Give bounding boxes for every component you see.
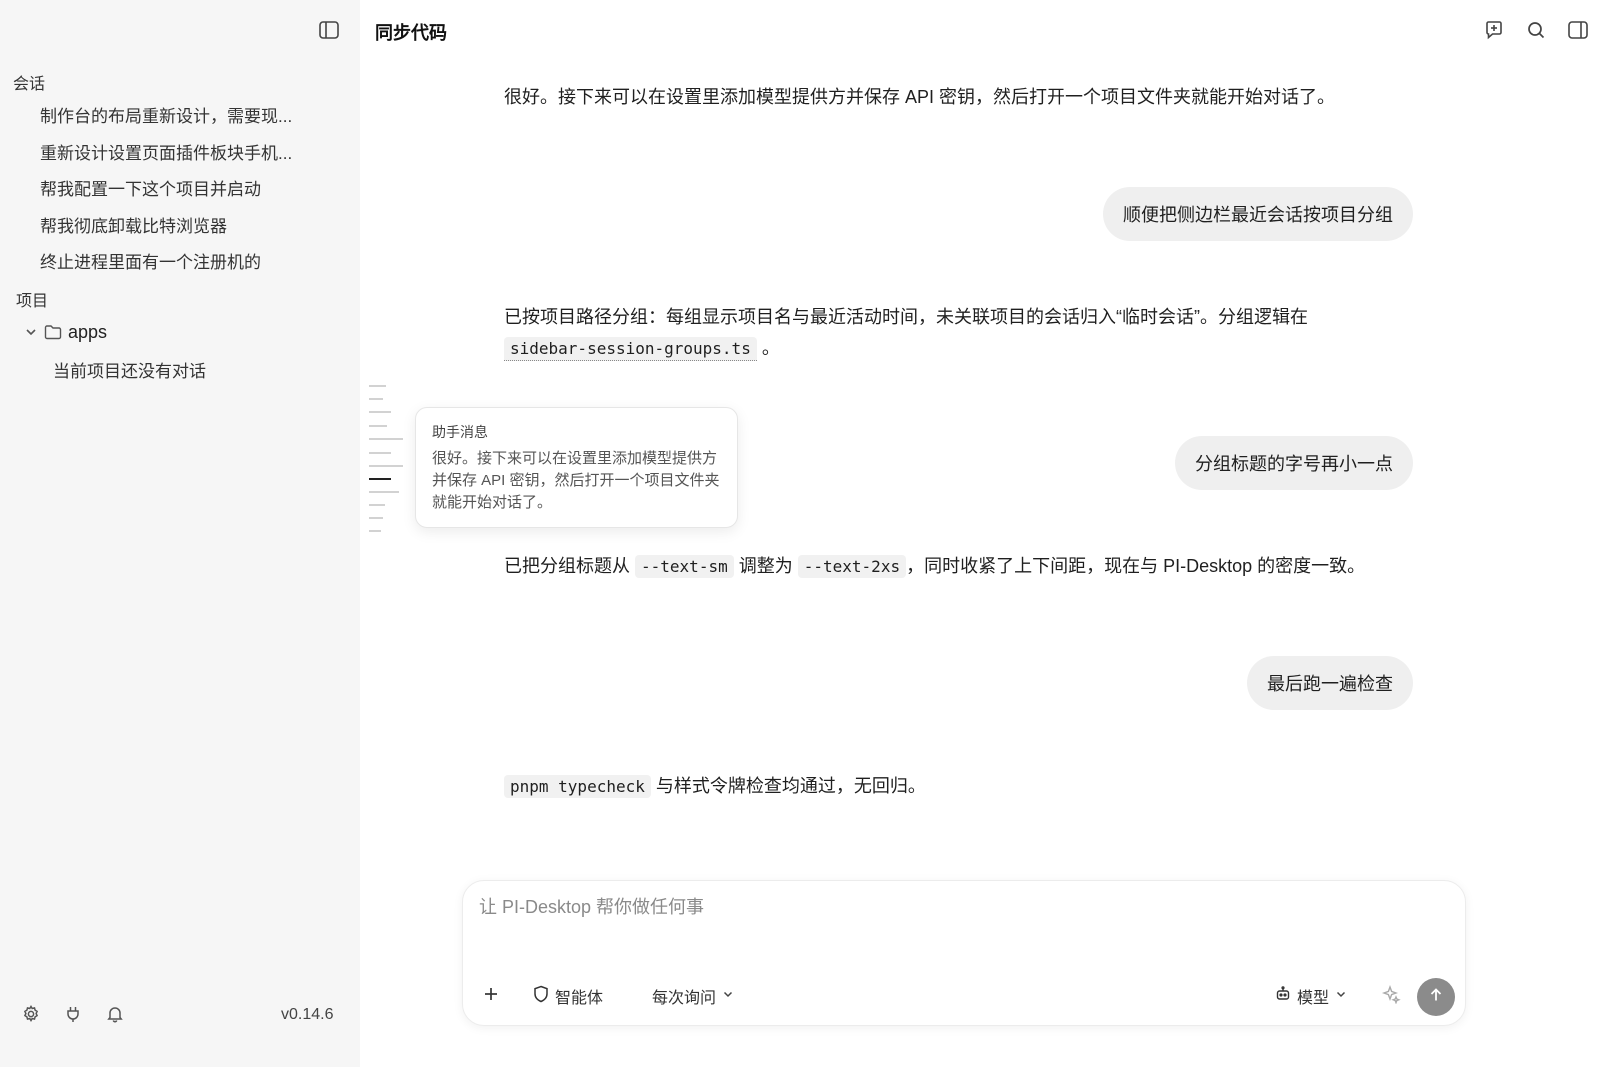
gear-icon[interactable] — [20, 1003, 42, 1025]
assistant-message: 已把分组标题从 --text-sm 调整为 --text-2xs ，同时收紧了上下… — [504, 551, 1384, 582]
agent-mode-label: 智能体 — [555, 990, 604, 1007]
send-button[interactable] — [1417, 978, 1455, 1016]
right-panel-icon[interactable] — [1566, 18, 1590, 42]
message-text: 调整为 — [738, 556, 793, 576]
inline-code: --text-sm — [635, 555, 734, 578]
minimap-marker[interactable] — [369, 425, 387, 427]
sidebar-footer-actions — [20, 1003, 126, 1025]
minimap-marker[interactable] — [369, 465, 403, 467]
tooltip-body: 很好。接下来可以在设置里添加模型提供方并保存 API 密钥，然后打开一个项目文件… — [432, 450, 720, 511]
minimap-marker[interactable] — [369, 398, 383, 400]
message-text: ，同时收紧了上下间距，现在与 PI-Desktop 的密度一致。 — [906, 556, 1366, 576]
minimap-marker[interactable] — [369, 504, 385, 506]
minimap-marker[interactable] — [369, 438, 403, 440]
add-attachment-button[interactable] — [483, 978, 499, 1014]
message-text: 已把分组标题从 — [504, 556, 630, 576]
session-item[interactable]: 重新设计设置页面插件板块手机... — [40, 139, 292, 164]
session-item[interactable]: 制作台的布局重新设计，需要现... — [40, 102, 292, 127]
conversation-minimap[interactable] — [369, 385, 405, 535]
enhance-prompt-button[interactable] — [1381, 978, 1401, 1014]
minimap-marker-active[interactable] — [369, 478, 391, 480]
robot-icon — [1275, 985, 1291, 1007]
inline-code: --text-2xs — [797, 555, 907, 578]
composer: 智能体 每次询问 模型 — [462, 880, 1466, 1026]
plug-icon[interactable] — [62, 1003, 84, 1025]
model-selector-dropdown[interactable]: 模型 — [1275, 978, 1347, 1014]
search-icon[interactable] — [1524, 18, 1548, 42]
chevron-down-icon — [1335, 987, 1347, 1005]
composer-toolbar: 智能体 每次询问 模型 — [463, 978, 1465, 1014]
minimap-marker[interactable] — [369, 385, 386, 387]
minimap-marker[interactable] — [369, 530, 381, 532]
user-message: 最后跑一遍检查 — [1247, 656, 1413, 710]
agent-mode-button[interactable]: 智能体 — [533, 978, 603, 1014]
sidebar-toggle-icon[interactable] — [317, 18, 341, 42]
sparkle-icon — [1381, 984, 1401, 1009]
minimap-marker[interactable] — [369, 452, 391, 454]
minimap-marker[interactable] — [369, 517, 383, 519]
message-preview-tooltip: 助手消息 很好。接下来可以在设置里添加模型提供方并保存 API 密钥，然后打开一… — [415, 407, 738, 528]
assistant-message: 已按项目路径分组：每组显示项目名与最近活动时间，未关联项目的会话归入“临时会话”… — [504, 302, 1344, 364]
header-actions — [1482, 18, 1590, 42]
message-text: 与样式令牌检查均通过，无回归。 — [655, 776, 926, 796]
app-version: v0.14.6 — [281, 1006, 334, 1023]
plus-icon — [483, 986, 499, 1007]
chevron-down-icon[interactable] — [24, 325, 38, 339]
shield-icon — [533, 985, 549, 1008]
user-message: 分组标题的字号再小一点 — [1175, 436, 1413, 490]
message-text: 。 — [761, 338, 780, 358]
arrow-up-icon — [1428, 987, 1444, 1008]
project-empty-note: 当前项目还没有对话 — [53, 362, 206, 381]
bell-icon[interactable] — [104, 1003, 126, 1025]
sessions-section-label: 会话 — [13, 76, 46, 93]
session-item[interactable]: 帮我彻底卸载比特浏览器 — [40, 212, 227, 237]
session-item[interactable]: 帮我配置一下这个项目并启动 — [40, 175, 261, 200]
prompt-input[interactable] — [479, 897, 1439, 918]
inline-code: pnpm typecheck — [504, 775, 651, 798]
message-text: 已按项目路径分组：每组显示项目名与最近活动时间，未关联项目的会话归入“临时会话”… — [504, 307, 1308, 327]
approval-mode-label: 每次询问 — [652, 990, 717, 1007]
minimap-marker[interactable] — [369, 411, 391, 413]
page-title: 同步代码 — [375, 23, 447, 43]
assistant-message: 很好。接下来可以在设置里添加模型提供方并保存 API 密钥，然后打开一个项目文件… — [504, 87, 1336, 107]
projects-section-label: 项目 — [16, 293, 49, 310]
inline-code-filename: sidebar-session-groups.ts — [504, 337, 757, 361]
folder-icon — [44, 324, 62, 340]
model-selector-label: 模型 — [1297, 990, 1330, 1007]
tooltip-title: 助手消息 — [432, 424, 488, 440]
sidebar: 会话 制作台的布局重新设计，需要现... 重新设计设置页面插件板块手机... 帮… — [0, 0, 360, 1067]
new-chat-icon[interactable] — [1482, 18, 1506, 42]
user-message: 顺便把侧边栏最近会话按项目分组 — [1103, 187, 1413, 241]
chevron-down-icon — [722, 987, 734, 1005]
project-row-apps[interactable]: apps — [24, 320, 107, 344]
minimap-marker[interactable] — [369, 491, 399, 493]
assistant-message: pnpm typecheck 与样式令牌检查均通过，无回归。 — [504, 771, 1384, 802]
approval-mode-dropdown[interactable]: 每次询问 — [652, 978, 734, 1014]
session-item[interactable]: 终止进程里面有一个注册机的 — [40, 248, 261, 273]
project-name: apps — [68, 321, 108, 342]
